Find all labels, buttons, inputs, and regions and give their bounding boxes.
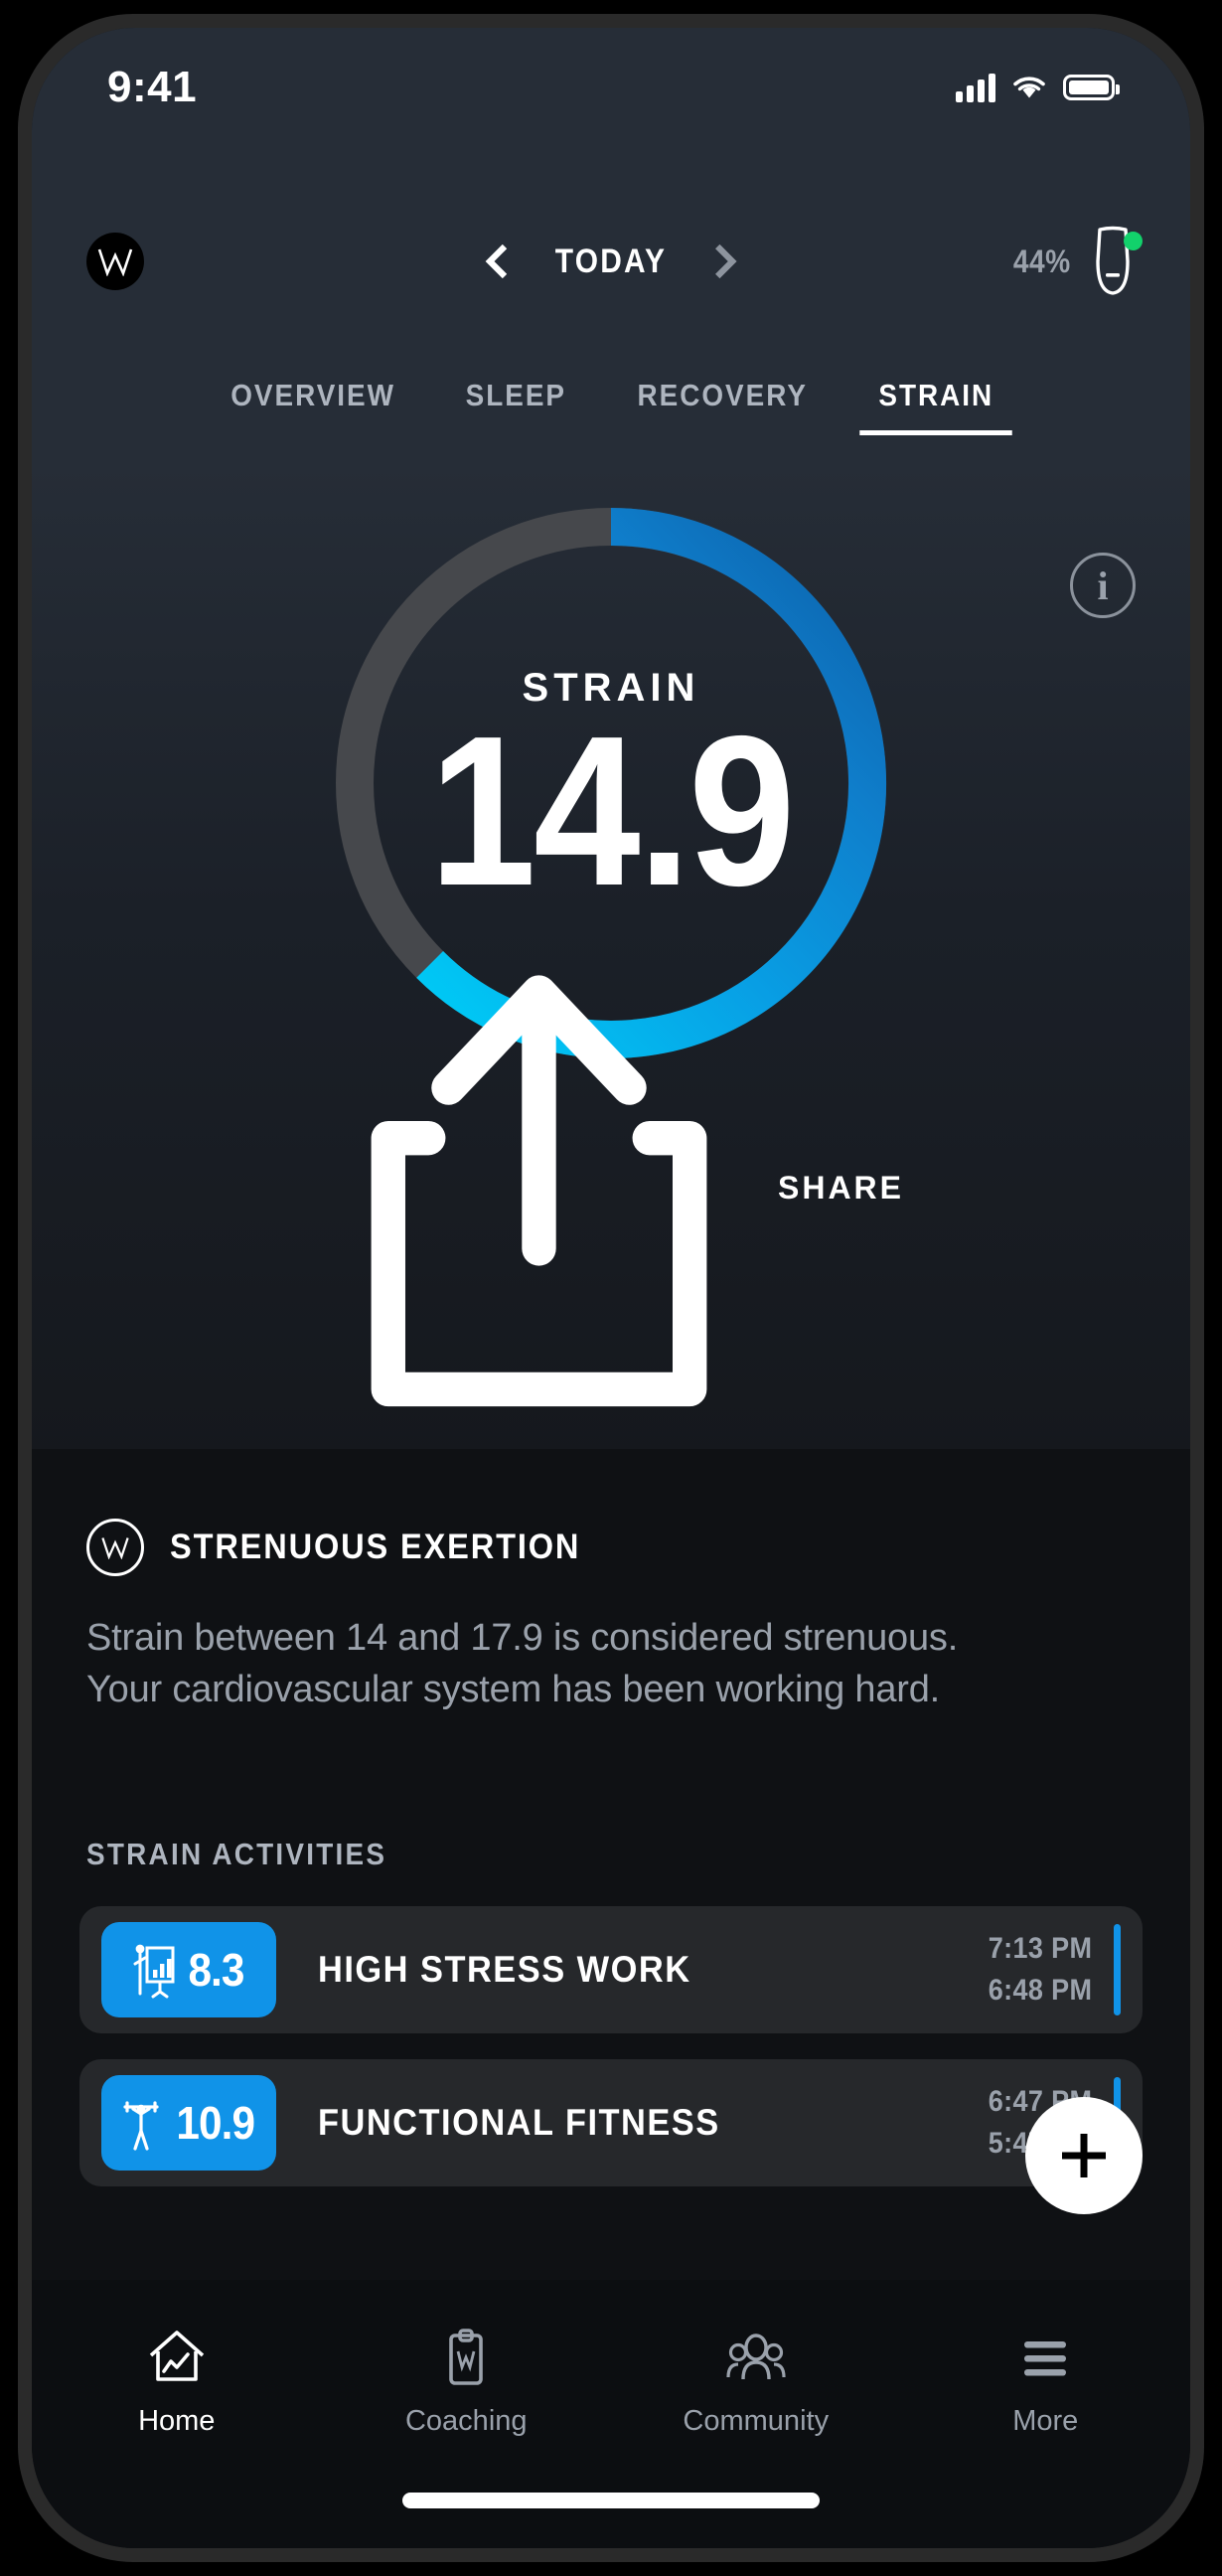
status-bar-time: 9:41 (107, 63, 198, 111)
activity-times: 7:13 PM 6:48 PM (983, 1932, 1098, 2008)
exertion-line-2: Your cardiovascular system has been work… (86, 1669, 941, 1711)
phone-screen: 9:41 TODAY 44% OVERVIEW SLEEP RECOVERY S… (32, 28, 1190, 2548)
whoop-strap-battery-icon (1087, 226, 1143, 297)
app-header: TODAY 44% (32, 207, 1190, 316)
info-glyph: i (1097, 563, 1109, 608)
strain-ring-value: 14.9 (429, 691, 796, 930)
nav-item-community[interactable]: Community (611, 2328, 901, 2438)
home-indicator (402, 2493, 820, 2508)
section-tabs: OVERVIEW SLEEP RECOVERY STRAIN (32, 378, 1190, 413)
exertion-line-1: Strain between 14 and 17.9 is considered… (86, 1617, 959, 1659)
clipboard-whoop-icon (449, 2329, 484, 2385)
nav-item-more[interactable]: More (901, 2328, 1191, 2438)
status-bar: 9:41 (32, 48, 1190, 127)
weightlifter-icon (123, 2101, 159, 2151)
device-online-dot (1124, 232, 1143, 250)
tab-overview[interactable]: OVERVIEW (206, 378, 420, 413)
nav-label-coaching: Coaching (404, 2405, 528, 2437)
activity-name: FUNCTIONAL FITNESS (318, 2102, 720, 2143)
activity-score-badge: 10.9 (101, 2075, 276, 2171)
share-button[interactable]: SHARE (318, 947, 904, 1429)
exertion-description: Strain between 14 and 17.9 is considered… (86, 1612, 1136, 1716)
chevron-left-icon[interactable] (480, 244, 514, 278)
nav-item-home[interactable]: Home (32, 2328, 322, 2438)
strain-activities-label: STRAIN ACTIVITIES (86, 1837, 387, 1871)
whoop-logo-icon (86, 1519, 144, 1576)
activity-end-time: 7:13 PM (988, 1932, 1093, 1965)
tab-strain[interactable]: STRAIN (854, 378, 1019, 413)
tab-sleep[interactable]: SLEEP (441, 378, 592, 413)
status-bar-icons (956, 73, 1120, 102)
activity-start-time: 6:48 PM (988, 1974, 1093, 2007)
activity-score: 8.3 (187, 1944, 244, 1996)
strain-activities-list: 8.3 HIGH STRESS WORK 7:13 PM 6:48 PM 10. (32, 1906, 1190, 2186)
exertion-section: STRENUOUS EXERTION Strain between 14 and… (32, 1519, 1190, 1716)
presentation-board-icon (133, 1944, 175, 1999)
share-label: SHARE (777, 1170, 904, 1207)
share-icon (371, 975, 707, 1407)
activity-row[interactable]: 8.3 HIGH STRESS WORK 7:13 PM 6:48 PM (79, 1906, 1143, 2033)
device-battery-percent: 44% (1013, 242, 1072, 279)
nav-label-community: Community (683, 2405, 830, 2437)
phone-frame: 9:41 TODAY 44% OVERVIEW SLEEP RECOVERY S… (18, 14, 1204, 2562)
info-icon[interactable]: i (1070, 553, 1136, 618)
exertion-header: STRENUOUS EXERTION (86, 1519, 1136, 1576)
wifi-icon (1013, 77, 1045, 98)
nav-label-more: More (1012, 2405, 1079, 2437)
hamburger-menu-icon (1024, 2341, 1067, 2376)
activity-name: HIGH STRESS WORK (318, 1949, 691, 1990)
add-activity-button[interactable] (1025, 2097, 1143, 2214)
day-label: TODAY (554, 242, 668, 280)
whoop-logo-icon[interactable] (86, 233, 144, 290)
device-battery-indicator[interactable]: 44% (1009, 226, 1143, 297)
chevron-right-icon[interactable] (708, 244, 742, 278)
battery-icon (1063, 75, 1120, 100)
day-navigator: TODAY (480, 242, 742, 281)
home-chart-icon (149, 2331, 204, 2381)
nav-label-home: Home (138, 2405, 216, 2437)
tab-recovery[interactable]: RECOVERY (612, 378, 833, 413)
activity-score: 10.9 (176, 2097, 256, 2149)
activity-duration-bar (1114, 1924, 1121, 2015)
people-group-icon (726, 2334, 786, 2380)
plus-icon (1062, 2134, 1106, 2177)
cellular-bars-icon (956, 73, 995, 102)
activity-score-badge: 8.3 (101, 1922, 276, 2017)
exertion-title: STRENUOUS EXERTION (170, 1528, 581, 1566)
strain-ring[interactable]: STRAIN 14.9 SHARE (318, 490, 904, 1407)
nav-item-coaching[interactable]: Coaching (322, 2328, 612, 2438)
activity-row[interactable]: 10.9 FUNCTIONAL FITNESS 6:47 PM 5:47 PM (79, 2059, 1143, 2186)
